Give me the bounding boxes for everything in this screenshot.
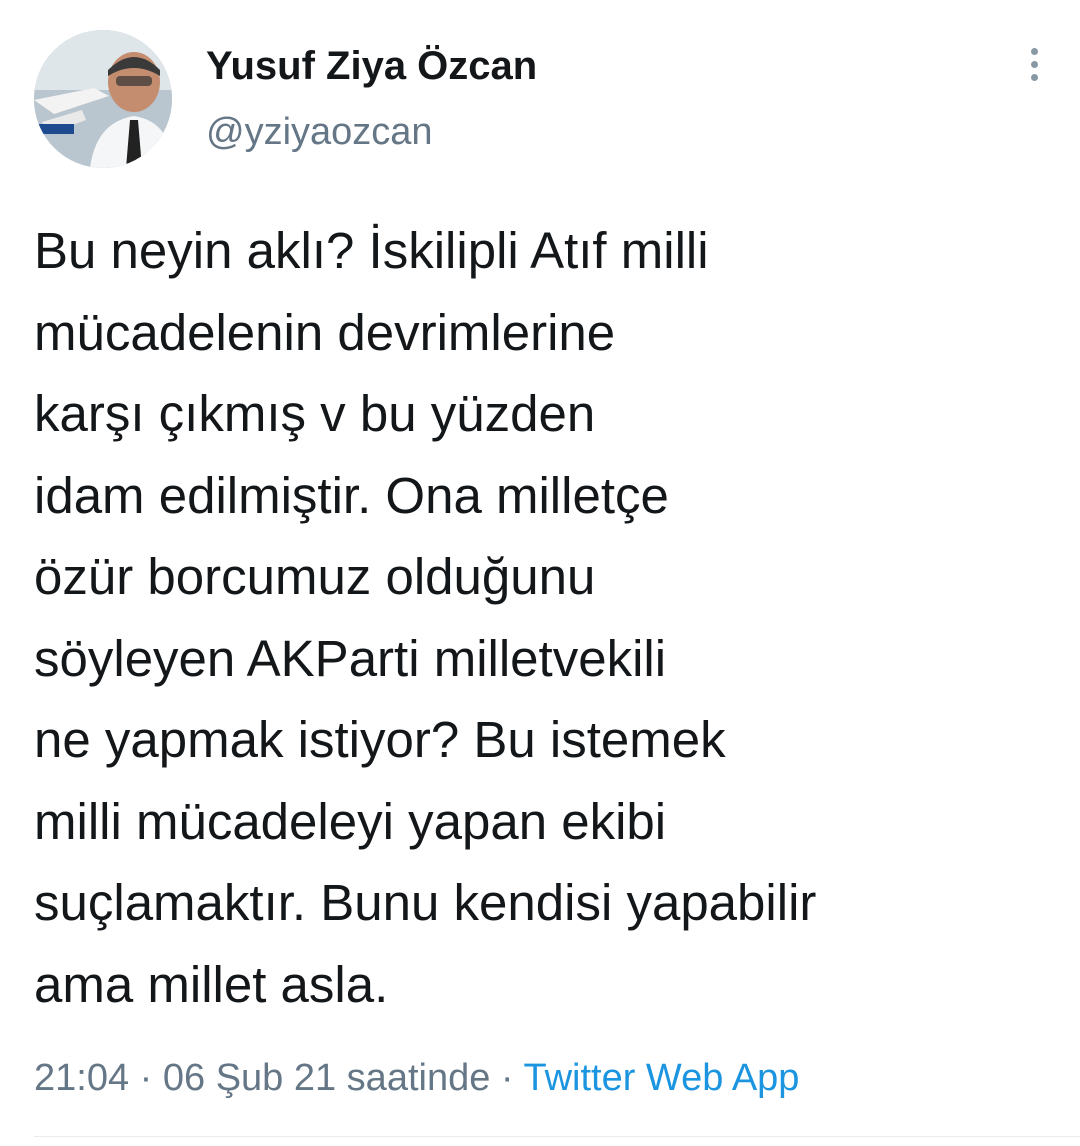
more-dot [1030,74,1038,81]
tweet-meta: 21:04 · 06 Şub 21 saatinde · Twitter Web… [34,1052,799,1104]
tweet-card: Yusuf Ziya Özcan @yziyaozcan Bu neyin ak… [0,0,1080,1146]
tweet-text-line: ne yapmak istiyor? Bu istemek [34,711,726,768]
more-vertical-icon[interactable] [1024,48,1044,88]
tweet-text-line: mücadelenin devrimlerine [34,303,616,361]
more-dot [1030,61,1038,68]
author-display-name[interactable]: Yusuf Ziya Özcan [206,40,537,92]
tweet-timestamp[interactable]: 21:04 · 06 Şub 21 saatinde [34,1057,490,1099]
tweet-text-line: Bu neyin aklı? İskilipli Atıf milli [34,222,709,279]
tweet-header: Yusuf Ziya Özcan @yziyaozcan [34,30,1046,170]
avatar[interactable] [34,30,172,168]
tweet-text-line: milli mücadeleyi yapan ekibi [34,792,667,850]
author-handle[interactable]: @yziyaozcan [206,108,537,156]
tweet-text: Bu neyin aklı? İskilipli Atıf milli müca… [34,210,1054,1025]
tweet-text-line: söyleyen AKParti milletvekili [34,629,667,687]
tweet-text-line: ama millet asla. [34,955,389,1013]
more-dot [1030,48,1038,55]
avatar-image [34,30,172,168]
tweet-source-link[interactable]: Twitter Web App [523,1057,799,1099]
tweet-text-line: suçlamaktır. Bunu kendisi yapabilir [34,874,817,931]
tweet-text-line: karşı çıkmış v bu yüzden [34,385,596,442]
divider [34,1136,1080,1137]
tweet-text-line: özür borcumuz olduğunu [34,548,596,605]
tweet-text-line: idam edilmiştir. Ona milletçe [34,466,669,524]
meta-separator: · [490,1057,524,1099]
author-names: Yusuf Ziya Özcan @yziyaozcan [206,40,537,156]
